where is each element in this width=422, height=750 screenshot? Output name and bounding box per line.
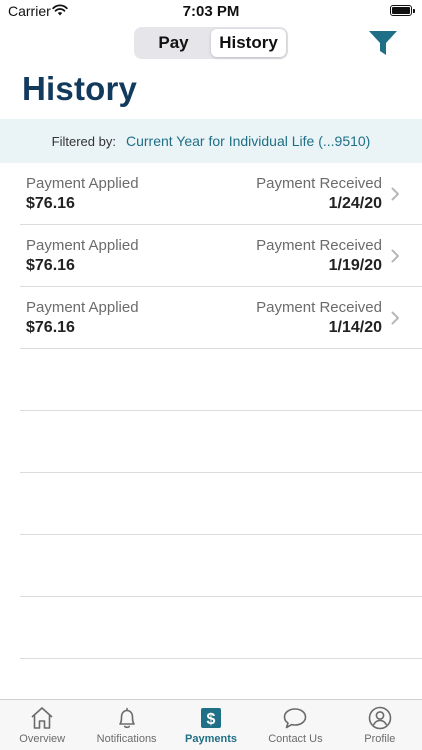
row-divider bbox=[20, 658, 422, 659]
payment-received-label: Payment Received bbox=[256, 299, 382, 316]
tab-overview[interactable]: Overview bbox=[0, 700, 84, 750]
filter-label: Filtered by: bbox=[51, 133, 116, 149]
chat-bubble-icon bbox=[284, 708, 307, 729]
svg-text:$: $ bbox=[207, 711, 216, 728]
payment-applied-label: Payment Applied bbox=[26, 299, 139, 316]
segment-history[interactable]: History bbox=[211, 29, 286, 57]
payment-date: 1/24/20 bbox=[328, 195, 382, 212]
filter-bar[interactable]: Filtered by: Current Year for Individual… bbox=[0, 119, 422, 163]
payment-amount: $76.16 bbox=[26, 195, 75, 212]
filter-value[interactable]: Current Year for Individual Life (...951… bbox=[126, 133, 370, 149]
empty-row bbox=[0, 411, 422, 473]
filter-icon[interactable] bbox=[367, 28, 399, 58]
tab-bar: Overview Notifications $ Payments Contac… bbox=[0, 699, 422, 750]
tab-profile[interactable]: Profile bbox=[338, 700, 422, 750]
segment-pay[interactable]: Pay bbox=[136, 29, 211, 57]
bell-icon bbox=[118, 707, 135, 729]
empty-row bbox=[0, 349, 422, 411]
chevron-right-icon bbox=[391, 311, 399, 325]
payment-history-list: Payment Applied $76.16 Payment Received … bbox=[0, 163, 422, 659]
payment-row[interactable]: Payment Applied $76.16 Payment Received … bbox=[0, 287, 422, 349]
home-icon bbox=[31, 707, 53, 729]
payment-applied-label: Payment Applied bbox=[26, 237, 139, 254]
page-title: History bbox=[22, 70, 138, 107]
tab-label: Notifications bbox=[96, 733, 157, 745]
tab-label: Contact Us bbox=[268, 733, 323, 745]
user-circle-icon bbox=[368, 706, 392, 730]
tab-label: Overview bbox=[19, 733, 66, 745]
tab-notifications[interactable]: Notifications bbox=[84, 700, 168, 750]
payment-row[interactable]: Payment Applied $76.16 Payment Received … bbox=[0, 163, 422, 225]
battery-icon bbox=[390, 5, 415, 16]
payment-applied-label: Payment Applied bbox=[26, 175, 139, 192]
payment-row[interactable]: Payment Applied $76.16 Payment Received … bbox=[0, 225, 422, 287]
empty-row bbox=[0, 535, 422, 597]
dollar-icon: $ bbox=[201, 708, 222, 728]
pay-history-segmented-control: Pay History bbox=[134, 27, 288, 59]
chevron-right-icon bbox=[391, 187, 399, 201]
empty-row bbox=[0, 597, 422, 659]
payment-date: 1/19/20 bbox=[328, 257, 382, 274]
payment-received-label: Payment Received bbox=[256, 237, 382, 254]
payment-date: 1/14/20 bbox=[328, 319, 382, 336]
chevron-right-icon bbox=[391, 249, 399, 263]
tab-label: Payments bbox=[185, 733, 237, 745]
payment-received-label: Payment Received bbox=[256, 175, 382, 192]
empty-row bbox=[0, 473, 422, 535]
payment-amount: $76.16 bbox=[26, 319, 75, 336]
tab-label: Profile bbox=[364, 733, 396, 745]
status-bar: Carrier 7:03 PM bbox=[0, 0, 422, 22]
status-time: 7:03 PM bbox=[182, 3, 240, 20]
tab-payments[interactable]: $ Payments bbox=[169, 700, 253, 750]
tab-contact-us[interactable]: Contact Us bbox=[253, 700, 337, 750]
payment-amount: $76.16 bbox=[26, 257, 75, 274]
